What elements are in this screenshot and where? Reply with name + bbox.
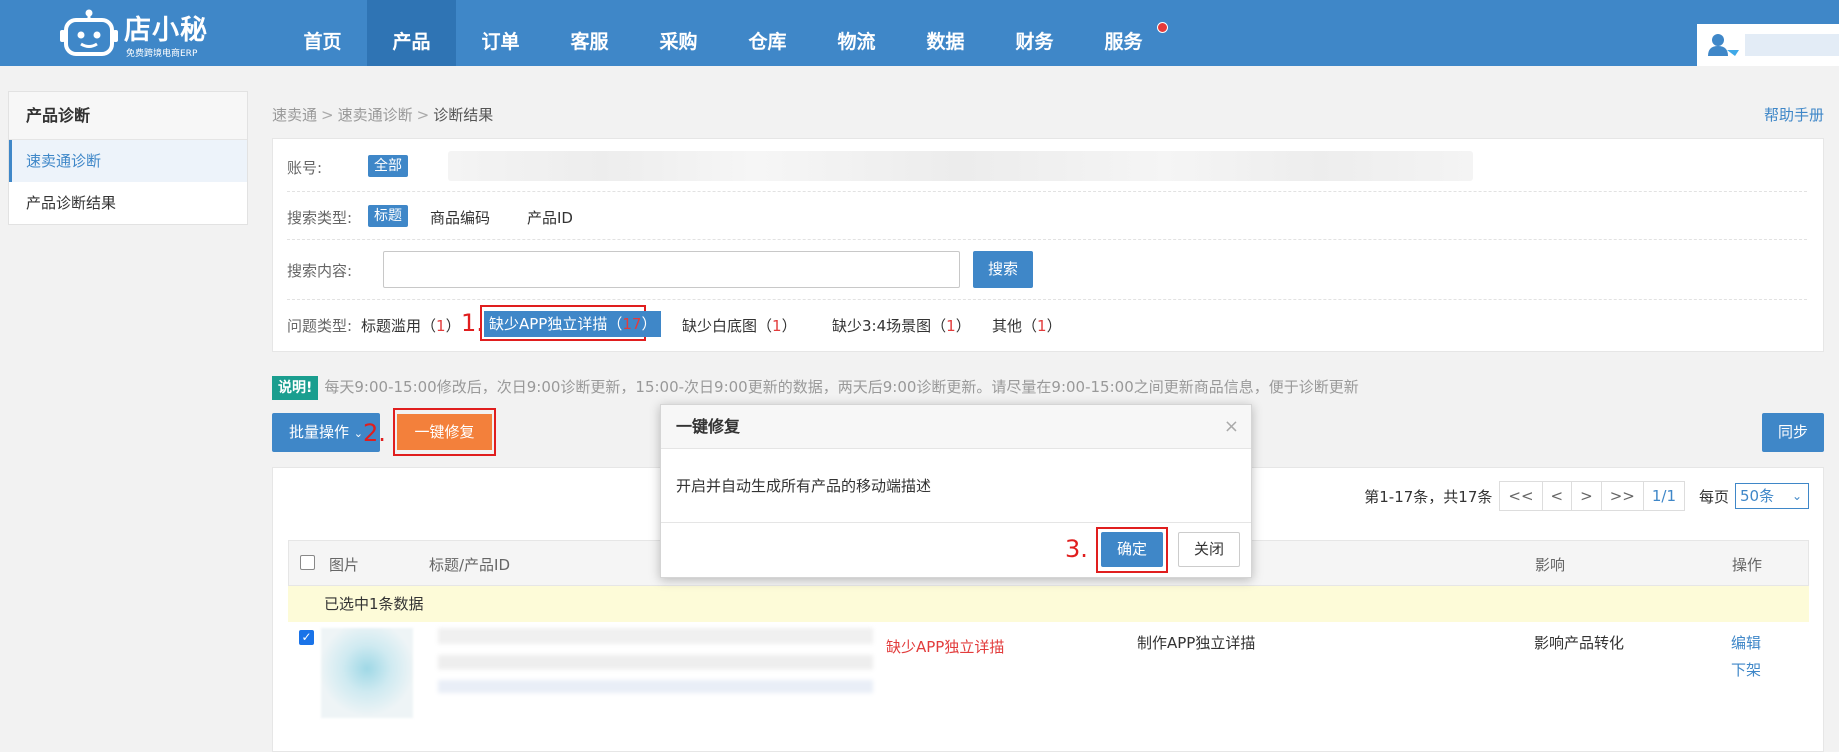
- pager-prev[interactable]: <: [1541, 481, 1573, 511]
- pager-last[interactable]: >>: [1600, 481, 1644, 511]
- search-type-label: 搜索类型:: [287, 209, 353, 227]
- col-impact: 影响: [1535, 556, 1566, 574]
- breadcrumb-current: 诊断结果: [433, 106, 494, 124]
- top-navbar: 店小秘 免费跨境电商ERP 首页 产品 订单 客服 采购 仓库 物流 数据 财务…: [0, 0, 1839, 66]
- row-fix: 制作APP独立详描: [1137, 634, 1256, 652]
- pagination: 第1-17条，共17条 << < > >> 1/1 每页 50条 ⌄: [1364, 481, 1809, 511]
- user-menu[interactable]: [1697, 24, 1839, 66]
- dialog-header: 一键修复 ×: [661, 405, 1251, 449]
- chevron-right-icon: >: [416, 106, 430, 124]
- pager-next[interactable]: >: [1571, 481, 1602, 511]
- sidebar-item-diagnosis-results[interactable]: 产品诊断结果: [9, 182, 247, 224]
- sidebar-title: 产品诊断: [9, 92, 247, 140]
- row-issue: 缺少APP独立详描: [886, 638, 1005, 656]
- robot-logo-icon: [60, 9, 118, 56]
- row-impact: 影响产品转化: [1534, 634, 1625, 652]
- row-checkbox[interactable]: ✓: [299, 630, 314, 645]
- sidebar-item-aliexpress-diagnosis[interactable]: 速卖通诊断: [9, 140, 247, 182]
- issue-type-missing-scene-image[interactable]: 缺少3:4场景图（1）: [832, 315, 971, 336]
- main-nav: 首页 产品 订单 客服 采购 仓库 物流 数据 财务 服务: [278, 0, 1168, 66]
- account-list-redacted: [448, 151, 1473, 181]
- issue-type-title-abuse[interactable]: 标题滥用（1）: [361, 315, 461, 336]
- confirm-button[interactable]: 确定: [1101, 532, 1163, 567]
- dialog-title: 一键修复: [676, 417, 741, 436]
- notice-badge: 说明!: [272, 376, 319, 400]
- row-edit-link[interactable]: 编辑: [1731, 632, 1761, 653]
- nav-logistics[interactable]: 物流: [812, 0, 901, 66]
- help-manual-link[interactable]: 帮助手册: [1764, 104, 1824, 125]
- update-notice: 说明! 每天9:00-15:00修改后，次日9:00诊断更新，15:00-次日9:…: [272, 376, 1359, 400]
- sidebar: 产品诊断 速卖通诊断 产品诊断结果: [8, 91, 248, 225]
- per-page-select[interactable]: 50条 ⌄: [1735, 483, 1809, 509]
- search-type-title[interactable]: 标题: [368, 205, 408, 227]
- notification-dot: [1157, 22, 1168, 33]
- select-all-checkbox[interactable]: [300, 555, 315, 570]
- nav-services[interactable]: 服务: [1079, 0, 1168, 66]
- issue-type-label: 问题类型:: [287, 317, 353, 335]
- nav-orders[interactable]: 订单: [456, 0, 545, 66]
- search-button[interactable]: 搜索: [973, 251, 1034, 288]
- divider: [287, 299, 1807, 300]
- nav-data[interactable]: 数据: [901, 0, 990, 66]
- user-name-redacted: [1745, 34, 1839, 56]
- product-title-redacted: [438, 628, 873, 718]
- one-click-fix-button[interactable]: 一键修复: [397, 414, 492, 450]
- table-row: ✓ 缺少APP独立详描 制作APP独立详描 影响产品转化 编辑 下架: [288, 622, 1809, 752]
- user-icon: [1708, 34, 1739, 56]
- nav-purchasing[interactable]: 采购: [634, 0, 723, 66]
- close-button[interactable]: 关闭: [1178, 532, 1240, 567]
- issue-type-other[interactable]: 其他（1）: [992, 315, 1062, 336]
- brand-tagline: 免费跨境电商ERP: [126, 49, 198, 59]
- pager-summary: 第1-17条，共17条: [1364, 487, 1493, 506]
- nav-warehouse[interactable]: 仓库: [723, 0, 812, 66]
- step-2-marker: 2.: [363, 419, 386, 447]
- chevron-down-icon: ⌄: [1791, 489, 1802, 503]
- search-input[interactable]: [383, 251, 960, 288]
- nav-finance[interactable]: 财务: [990, 0, 1079, 66]
- notice-text: 每天9:00-15:00修改后，次日9:00诊断更新，15:00-次日9:00更…: [324, 378, 1359, 396]
- pager-first[interactable]: <<: [1499, 481, 1543, 511]
- product-thumbnail: [321, 628, 413, 718]
- divider: [287, 239, 1807, 240]
- pager-page[interactable]: 1/1: [1642, 481, 1685, 511]
- selection-notice: 已选中1条数据: [288, 586, 1809, 622]
- brand-logo[interactable]: 店小秘 免费跨境电商ERP: [60, 6, 210, 60]
- breadcrumb-item[interactable]: 速卖通诊断: [338, 106, 413, 124]
- chevron-down-icon: ⌄: [353, 427, 363, 440]
- search-type-product-id[interactable]: 产品ID: [527, 207, 573, 228]
- divider: [287, 191, 1807, 192]
- col-image: 图片: [329, 556, 360, 574]
- col-title: 标题/产品ID: [429, 556, 511, 574]
- filter-panel: 账号: 全部 搜索类型: 标题 商品编码 产品ID 搜索内容: 搜索 问题类型:…: [272, 138, 1824, 352]
- col-ops: 操作: [1732, 556, 1763, 574]
- brand-name: 店小秘: [124, 15, 208, 46]
- dialog-message: 开启并自动生成所有产品的移动端描述: [661, 449, 1251, 523]
- issue-type-missing-white-bg[interactable]: 缺少白底图（1）: [682, 315, 797, 336]
- per-page-label: 每页: [1698, 487, 1729, 506]
- step-3-marker: 3.: [1065, 535, 1088, 563]
- issue-type-missing-app-detail[interactable]: 缺少APP独立详描（17）: [484, 311, 662, 337]
- one-click-fix-dialog: 一键修复 × 开启并自动生成所有产品的移动端描述 3. 确定 关闭: [660, 404, 1252, 578]
- search-content-label: 搜索内容:: [287, 262, 353, 280]
- nav-products[interactable]: 产品: [367, 0, 456, 66]
- nav-customer-service[interactable]: 客服: [545, 0, 634, 66]
- close-icon[interactable]: ×: [1224, 405, 1239, 449]
- search-type-sku[interactable]: 商品编码: [430, 207, 490, 228]
- breadcrumb: 速卖通 > 速卖通诊断 > 诊断结果: [272, 104, 493, 125]
- chevron-right-icon: >: [321, 106, 334, 124]
- account-label: 账号:: [287, 159, 323, 177]
- breadcrumb-item[interactable]: 速卖通: [272, 106, 317, 124]
- nav-home[interactable]: 首页: [278, 0, 367, 66]
- account-all-tag[interactable]: 全部: [368, 155, 408, 177]
- sync-button[interactable]: 同步: [1762, 413, 1824, 452]
- row-offline-link[interactable]: 下架: [1731, 659, 1761, 680]
